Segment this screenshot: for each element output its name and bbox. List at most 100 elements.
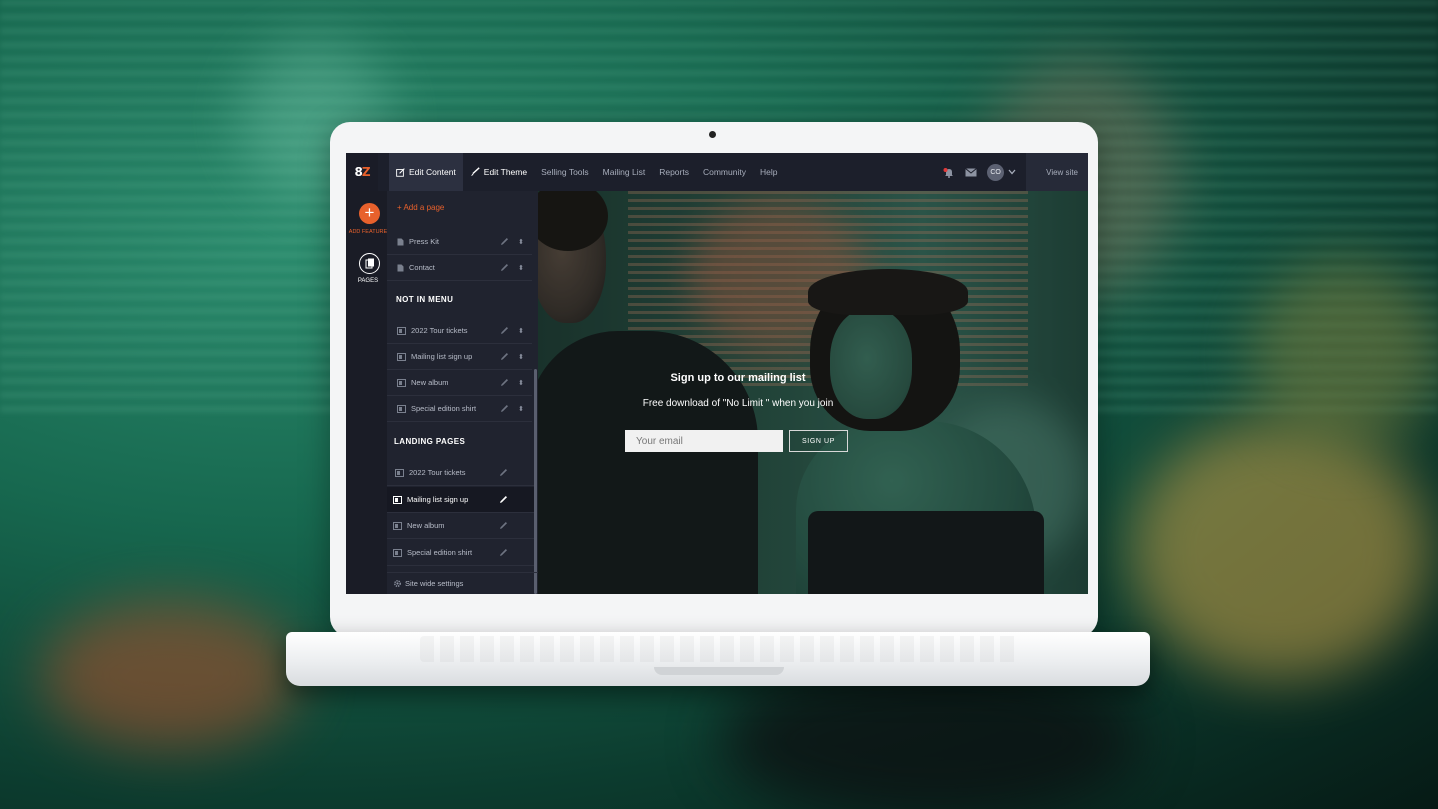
landing-row-special-shirt[interactable]: Special edition shirt: [387, 540, 534, 566]
landing-page-icon: [393, 495, 402, 504]
reorder-icon[interactable]: ⬍: [518, 353, 524, 361]
notification-bell-icon[interactable]: [943, 167, 955, 178]
nav-edit-theme-label: Edit Theme: [483, 167, 528, 177]
not-in-menu-heading: NOT IN MENU: [396, 295, 454, 304]
page-label: New album: [407, 521, 445, 530]
mail-icon[interactable]: [965, 167, 977, 177]
page-icon: [397, 238, 404, 246]
add-page-link[interactable]: + Add a page: [397, 203, 444, 212]
nav-selling-tools-label: Selling Tools: [541, 167, 589, 177]
reorder-icon[interactable]: ⬍: [518, 327, 524, 335]
landing-row-mailing-list[interactable]: Mailing list sign up: [387, 487, 534, 513]
nav-edit-content-label: Edit Content: [409, 167, 456, 177]
nav-community-label: Community: [702, 167, 746, 177]
pages-panel: + Add a page Press Kit ⬍ Contact ⬍ NOT I…: [387, 191, 538, 594]
edit-square-icon: [396, 167, 405, 177]
pencil-icon[interactable]: [500, 326, 509, 335]
landing-page-icon: [393, 548, 402, 557]
signup-title: Sign up to our mailing list: [670, 372, 806, 384]
page-preview: Sign up to our mailing list Free downloa…: [538, 191, 1088, 594]
nav-edit-theme[interactable]: Edit Theme: [463, 153, 534, 191]
hero-overlay: [538, 191, 1088, 594]
landing-page-icon: [397, 378, 406, 387]
nav-community[interactable]: Community: [696, 153, 753, 191]
laptop-keyboard: [420, 636, 1020, 662]
page-label: 2022 Tour tickets: [409, 468, 466, 477]
pages-label: PAGES: [357, 278, 379, 284]
nav-mailing-list[interactable]: Mailing List: [596, 153, 653, 191]
gear-icon: [394, 580, 401, 587]
email-input[interactable]: [625, 430, 783, 452]
landing-page-icon: [395, 468, 404, 477]
pencil-icon[interactable]: [500, 404, 509, 413]
page-icon: [397, 264, 404, 272]
add-feature-label: ADD FEATURE: [348, 229, 388, 235]
pencil-icon[interactable]: [500, 378, 509, 387]
page-label: Special edition shirt: [411, 404, 477, 413]
page-label: New album: [411, 378, 449, 387]
landing-page-icon: [397, 326, 406, 335]
nav-help-label: Help: [759, 167, 778, 177]
signup-button[interactable]: SIGN UP: [789, 430, 848, 452]
pencil-icon[interactable]: [499, 495, 508, 504]
landing-page-icon: [397, 352, 406, 361]
add-feature-button[interactable]: +: [359, 203, 380, 224]
background-rug: [40, 600, 300, 750]
nav-reports[interactable]: Reports: [652, 153, 696, 191]
reorder-icon[interactable]: ⬍: [518, 405, 524, 413]
reorder-icon[interactable]: ⬍: [518, 379, 524, 387]
laptop-screen: 8Z Edit Content Edit Theme Selling Tools…: [346, 153, 1088, 594]
pencil-icon[interactable]: [500, 352, 509, 361]
pencil-icon[interactable]: [500, 237, 509, 246]
brush-icon: [470, 167, 480, 176]
top-navigation-bar: 8Z Edit Content Edit Theme Selling Tools…: [346, 153, 1088, 191]
pencil-icon[interactable]: [499, 468, 508, 477]
page-row-contact[interactable]: Contact ⬍: [387, 255, 532, 281]
view-site-button[interactable]: View site: [1026, 153, 1088, 191]
background-pillow: [1130, 420, 1430, 680]
page-row-mailing-list[interactable]: Mailing list sign up ⬍: [387, 344, 532, 370]
reorder-icon[interactable]: ⬍: [518, 264, 524, 272]
nav-selling-tools[interactable]: Selling Tools: [534, 153, 596, 191]
nav-mailing-list-label: Mailing List: [602, 167, 646, 177]
signup-subtitle: Free download of "No Limit " when you jo…: [642, 398, 834, 409]
pencil-icon[interactable]: [499, 521, 508, 530]
landing-row-new-album[interactable]: New album: [387, 513, 534, 539]
avatar[interactable]: CO: [987, 163, 1005, 181]
site-settings-label: Site wide settings: [405, 579, 464, 588]
reorder-icon[interactable]: ⬍: [518, 238, 524, 246]
pages-icon: [365, 258, 374, 269]
chevron-down-icon[interactable]: [1008, 169, 1016, 175]
pencil-icon[interactable]: [499, 548, 508, 557]
landing-row-tour-tickets[interactable]: 2022 Tour tickets: [387, 460, 534, 486]
landing-page-icon: [393, 521, 402, 530]
pencil-icon[interactable]: [500, 263, 509, 272]
site-settings-link[interactable]: Site wide settings: [387, 572, 538, 594]
logo[interactable]: 8Z: [346, 153, 378, 191]
nav-edit-content[interactable]: Edit Content: [389, 153, 463, 191]
landing-page-icon: [397, 404, 406, 413]
nav-reports-label: Reports: [659, 167, 689, 177]
logo-accent: Z: [361, 165, 371, 179]
webcam: [709, 131, 716, 138]
page-label: Contact: [409, 263, 435, 272]
page-row-new-album[interactable]: New album ⬍: [387, 370, 532, 396]
background-plant: [1250, 260, 1438, 450]
page-row-tour-tickets[interactable]: 2022 Tour tickets ⬍: [387, 318, 532, 344]
page-label: Special edition shirt: [407, 548, 473, 557]
page-row-press-kit[interactable]: Press Kit ⬍: [387, 229, 532, 255]
landing-pages-heading: LANDING PAGES: [394, 437, 466, 446]
page-label: Mailing list sign up: [411, 352, 473, 361]
top-right-controls: CO View site: [943, 153, 1088, 191]
laptop-trackpad-notch: [654, 667, 784, 675]
page-label: 2022 Tour tickets: [411, 326, 468, 335]
feature-rail: + ADD FEATURE PAGES: [346, 191, 387, 594]
page-label: Mailing list sign up: [407, 495, 469, 504]
page-label: Press Kit: [409, 237, 440, 246]
logo-text: 8: [354, 165, 362, 179]
main-menu: Edit Content Edit Theme Selling Tools Ma…: [389, 153, 784, 191]
page-row-special-shirt[interactable]: Special edition shirt ⬍: [387, 396, 532, 422]
nav-help[interactable]: Help: [753, 153, 784, 191]
panel-scrollbar[interactable]: [534, 369, 537, 594]
pages-button[interactable]: [359, 253, 380, 274]
